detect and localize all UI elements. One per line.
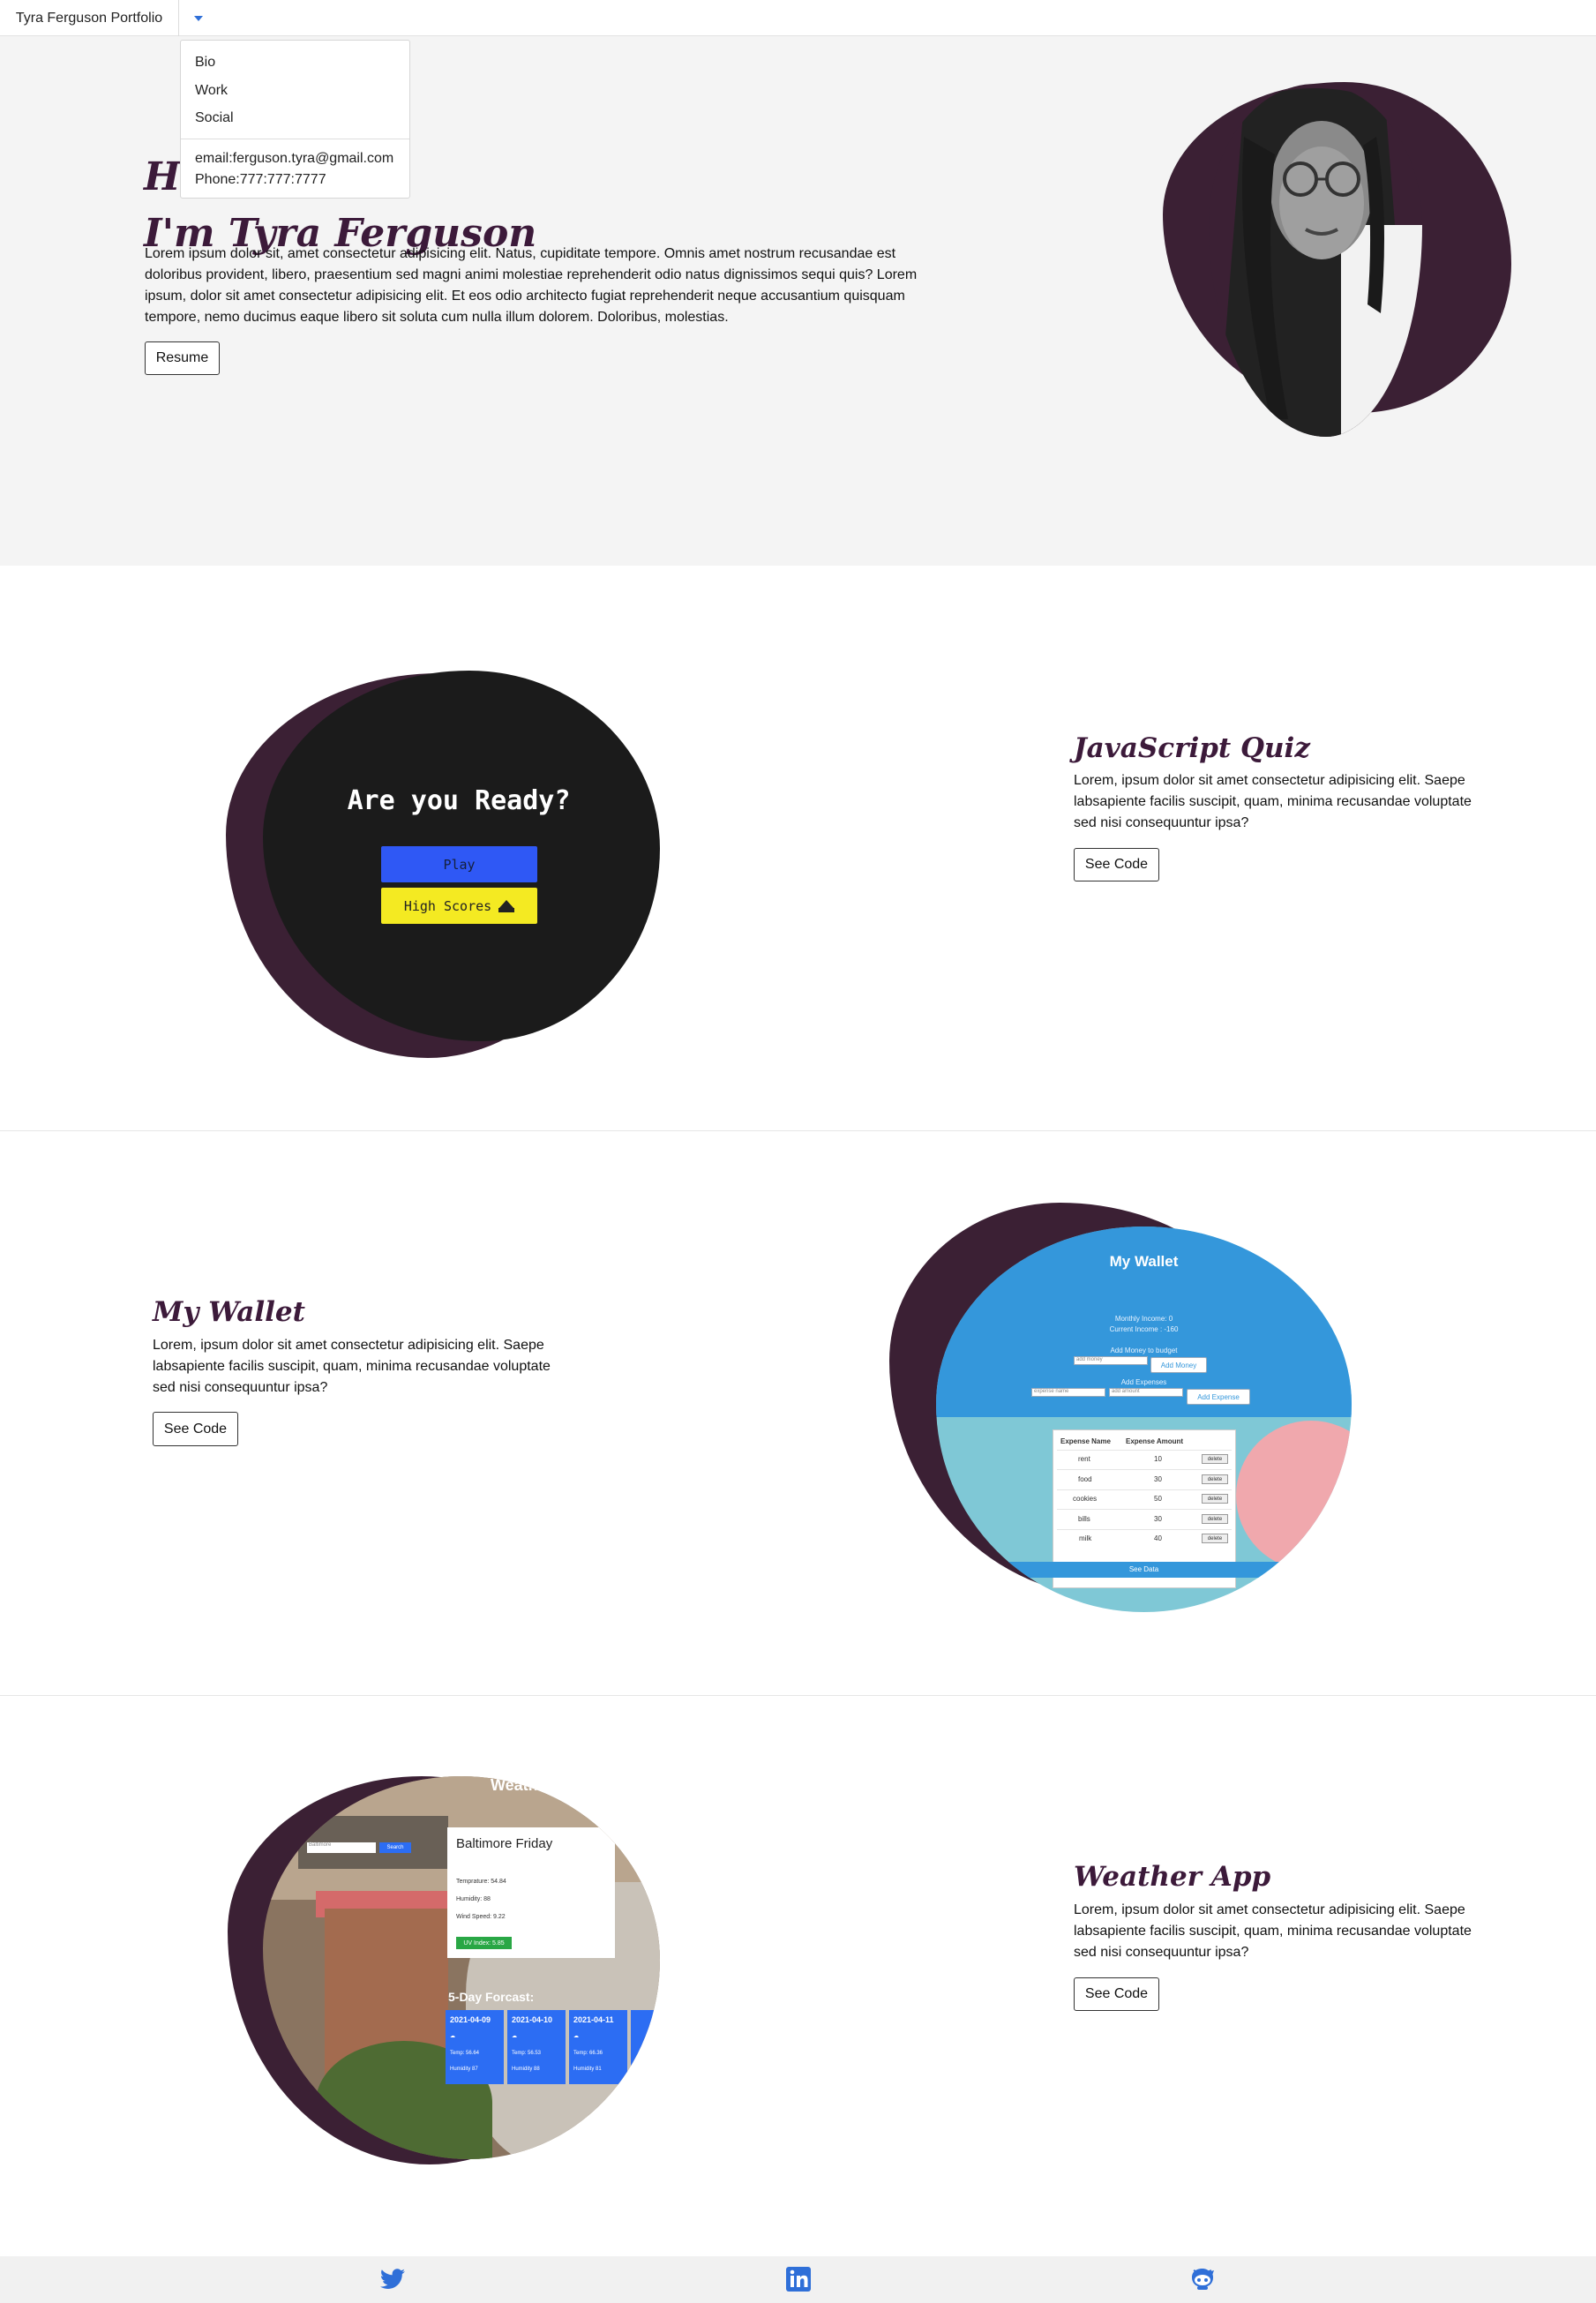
forecast-humidity: Humidity 88 [512, 2067, 540, 2072]
brand-link[interactable]: Tyra Ferguson Portfolio [0, 0, 179, 36]
quiz-high-scores-button: High Scores [381, 888, 537, 924]
table-row-divider [1057, 1489, 1232, 1490]
forecast-humidity: Humidity 81 [573, 2067, 602, 2072]
wallet-row-amount: 30 [1154, 1475, 1162, 1483]
forecast-temp: Temp: 66.36 [573, 2051, 603, 2056]
table-row-divider [1057, 1509, 1232, 1510]
quiz-ready-heading: Are you Ready? [347, 785, 571, 816]
menu-item-bio[interactable]: Bio [195, 55, 215, 71]
piggy-bank-image [1236, 1421, 1352, 1571]
linkedin-icon[interactable] [784, 2265, 813, 2293]
table-row-divider [1057, 1450, 1232, 1451]
quiz-play-button: Play [381, 846, 537, 882]
forecast-date: 2021-04-09 [450, 2015, 491, 2024]
wallet-col-amount: Expense Amount [1126, 1437, 1184, 1445]
nav-dropdown-menu: Bio Work Social email:ferguson.tyra@gmai… [180, 40, 410, 199]
dropdown-toggle[interactable] [179, 0, 218, 36]
project-desc-weather: Lorem, ipsum dolor sit amet consectetur … [1074, 1902, 1472, 1960]
wallet-row-name: milk [1079, 1534, 1092, 1542]
wallet-add-money-label: Add Money to budget [1110, 1347, 1178, 1354]
crown-icon [498, 899, 515, 912]
wallet-row-name: cookies [1073, 1495, 1098, 1503]
cloud-icon: ☁ [573, 2034, 579, 2039]
github-icon[interactable] [1188, 2265, 1217, 2293]
wallet-col-name: Expense Name [1060, 1437, 1111, 1445]
menu-email[interactable]: email:ferguson.tyra@gmail.com [195, 151, 393, 167]
forecast-temp: Temp: 56.64 [450, 2051, 480, 2056]
see-code-button-quiz[interactable]: See Code [1074, 848, 1159, 881]
table-row-divider [1057, 1529, 1232, 1530]
weather-preview-header: Weath [491, 1776, 538, 1794]
menu-item-work[interactable]: Work [195, 83, 228, 99]
cloud-icon: ☁ [450, 2034, 455, 2039]
wallet-expense-name-input: expense name [1031, 1388, 1105, 1397]
wallet-row-name: food [1078, 1475, 1092, 1483]
wallet-amount-input: add amount [1109, 1388, 1183, 1397]
project-title-quiz: JavaScript Quiz [1074, 732, 1310, 764]
forecast-humidity: Humidity 87 [450, 2067, 478, 2072]
forecast-date: 2021-04-10 [512, 2015, 553, 2024]
weather-search-button: Search [379, 1842, 411, 1853]
wallet-row-amount: 50 [1154, 1495, 1162, 1503]
twitter-icon[interactable] [378, 2265, 407, 2293]
menu-phone[interactable]: Phone:777:777:7777 [195, 172, 326, 188]
wallet-delete-button: delete [1202, 1514, 1228, 1524]
hero-text: Lorem ipsum dolor sit, amet consectetur … [145, 246, 918, 325]
navbar: Tyra Ferguson Portfolio [0, 0, 1596, 36]
cloud-icon: ☁ [512, 2034, 517, 2039]
forecast-date: 2021-04-11 [573, 2015, 614, 2024]
wallet-row-amount: 10 [1154, 1455, 1162, 1463]
forecast-card: 2021-04-09 ☁ Temp: 56.64 Humidity 87 [446, 2010, 504, 2084]
quiz-high-scores-label: High Scores [403, 897, 492, 914]
wallet-delete-button: delete [1202, 1494, 1228, 1504]
menu-item-social[interactable]: Social [195, 110, 234, 126]
wallet-monthly-income: Monthly Income: 0 [1114, 1315, 1173, 1323]
weather-uv-badge: UV Index: 5.85 [456, 1937, 512, 1949]
weather-temperature: Temprature: 54.84 [456, 1879, 506, 1885]
forecast-temp: Temp: 56.53 [512, 2051, 542, 2056]
resume-button[interactable]: Resume [145, 341, 220, 375]
project-desc-wallet: Lorem, ipsum dolor sit amet consectetur … [153, 1338, 551, 1395]
weather-forecast-title: 5-Day Forcast: [448, 1990, 535, 2004]
forecast-card-partial [631, 2010, 660, 2084]
wallet-add-expense-button: Add Expense [1187, 1389, 1250, 1405]
project-title-weather: Weather App [1074, 1861, 1271, 1893]
weather-humidity: Humidity: 88 [456, 1896, 491, 1902]
see-code-button-wallet[interactable]: See Code [153, 1412, 238, 1446]
wallet-row-amount: 40 [1154, 1534, 1162, 1542]
wallet-add-expenses-label: Add Expenses [1120, 1378, 1167, 1386]
wallet-current-income: Current Income : -160 [1109, 1325, 1179, 1333]
wallet-delete-button: delete [1202, 1454, 1228, 1464]
project-section-wallet [0, 1130, 1596, 1695]
wallet-row-amount: 30 [1154, 1515, 1162, 1523]
wallet-preview-title: My Wallet [1109, 1253, 1179, 1270]
weather-search-panel: y: Baltimore Search [298, 1816, 448, 1869]
wallet-row-name: rent [1078, 1455, 1090, 1463]
wallet-add-money-input: add money [1074, 1356, 1148, 1365]
wallet-row-name: bills [1078, 1515, 1090, 1523]
forecast-card: 2021-04-11 ☁ Temp: 66.36 Humidity 81 [569, 2010, 627, 2084]
weather-city-title: Baltimore Friday [456, 1836, 553, 1851]
project-desc-quiz: Lorem, ipsum dolor sit amet consectetur … [1074, 773, 1472, 830]
wallet-delete-button: delete [1202, 1534, 1228, 1543]
caret-down-icon [194, 15, 203, 21]
weather-search-input: Baltimore [307, 1842, 376, 1853]
project-title-wallet: My Wallet [153, 1296, 305, 1328]
weather-wind: Wind Speed: 9.22 [456, 1914, 506, 1920]
weather-search-label: y: [307, 1823, 315, 1833]
forecast-card: 2021-04-10 ☁ Temp: 56.53 Humidity 88 [507, 2010, 566, 2084]
wallet-add-money-button: Add Money [1150, 1357, 1207, 1373]
wallet-delete-button: delete [1202, 1474, 1228, 1484]
weather-preview: Weath y: Baltimore Search Baltimore Frid… [263, 1776, 660, 2159]
table-row-divider [1057, 1469, 1232, 1470]
footer [0, 2256, 1596, 2303]
wallet-see-data: See Data [936, 1562, 1352, 1578]
weather-current-card: Baltimore Friday Temprature: 54.84 Humid… [447, 1827, 615, 1958]
see-code-button-weather[interactable]: See Code [1074, 1977, 1159, 2011]
